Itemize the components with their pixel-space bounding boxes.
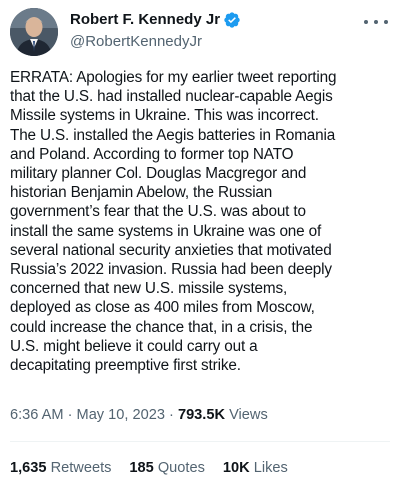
more-icon[interactable] [364,12,388,32]
retweets-stat[interactable]: 1,635 Retweets [10,458,111,478]
tweet-date[interactable]: May 10, 2023 [77,407,165,423]
retweets-count: 1,635 [10,460,47,476]
meta-separator: · [164,407,178,423]
author-info: Robert F. Kennedy Jr @RobertKennedyJr [70,10,241,52]
likes-label: Likes [249,460,288,476]
more-dot [364,20,368,24]
retweets-label: Retweets [46,460,112,476]
quotes-stat[interactable]: 185 Quotes [129,458,204,478]
quotes-count: 185 [129,460,154,476]
author-name[interactable]: Robert F. Kennedy Jr [70,10,220,30]
tweet-header: Robert F. Kennedy Jr @RobertKennedyJr [10,8,390,56]
views-count[interactable]: 793.5K [178,407,225,423]
likes-stat[interactable]: 10K Likes [223,458,288,478]
more-dot [384,20,388,24]
author-name-row: Robert F. Kennedy Jr [70,10,241,30]
views-label: Views [225,407,268,423]
author-handle[interactable]: @RobertKennedyJr [70,32,241,52]
verified-badge-icon [224,12,240,28]
more-dot [374,20,378,24]
tweet-card: Robert F. Kennedy Jr @RobertKennedyJr ER… [0,0,400,490]
quotes-label: Quotes [153,460,205,476]
tweet-time[interactable]: 6:36 AM [10,407,64,423]
likes-count: 10K [222,460,250,476]
tweet-stats: 1,635 Retweets 185 Quotes 10K Likes [10,458,306,478]
divider [10,441,390,442]
meta-separator: · [63,407,77,423]
avatar[interactable] [10,8,58,56]
tweet-text: ERRATA: Apologies for my earlier tweet r… [10,69,337,375]
tweet-meta: 6:36 AM · May 10, 2023 · 793.5K Views [10,405,268,425]
